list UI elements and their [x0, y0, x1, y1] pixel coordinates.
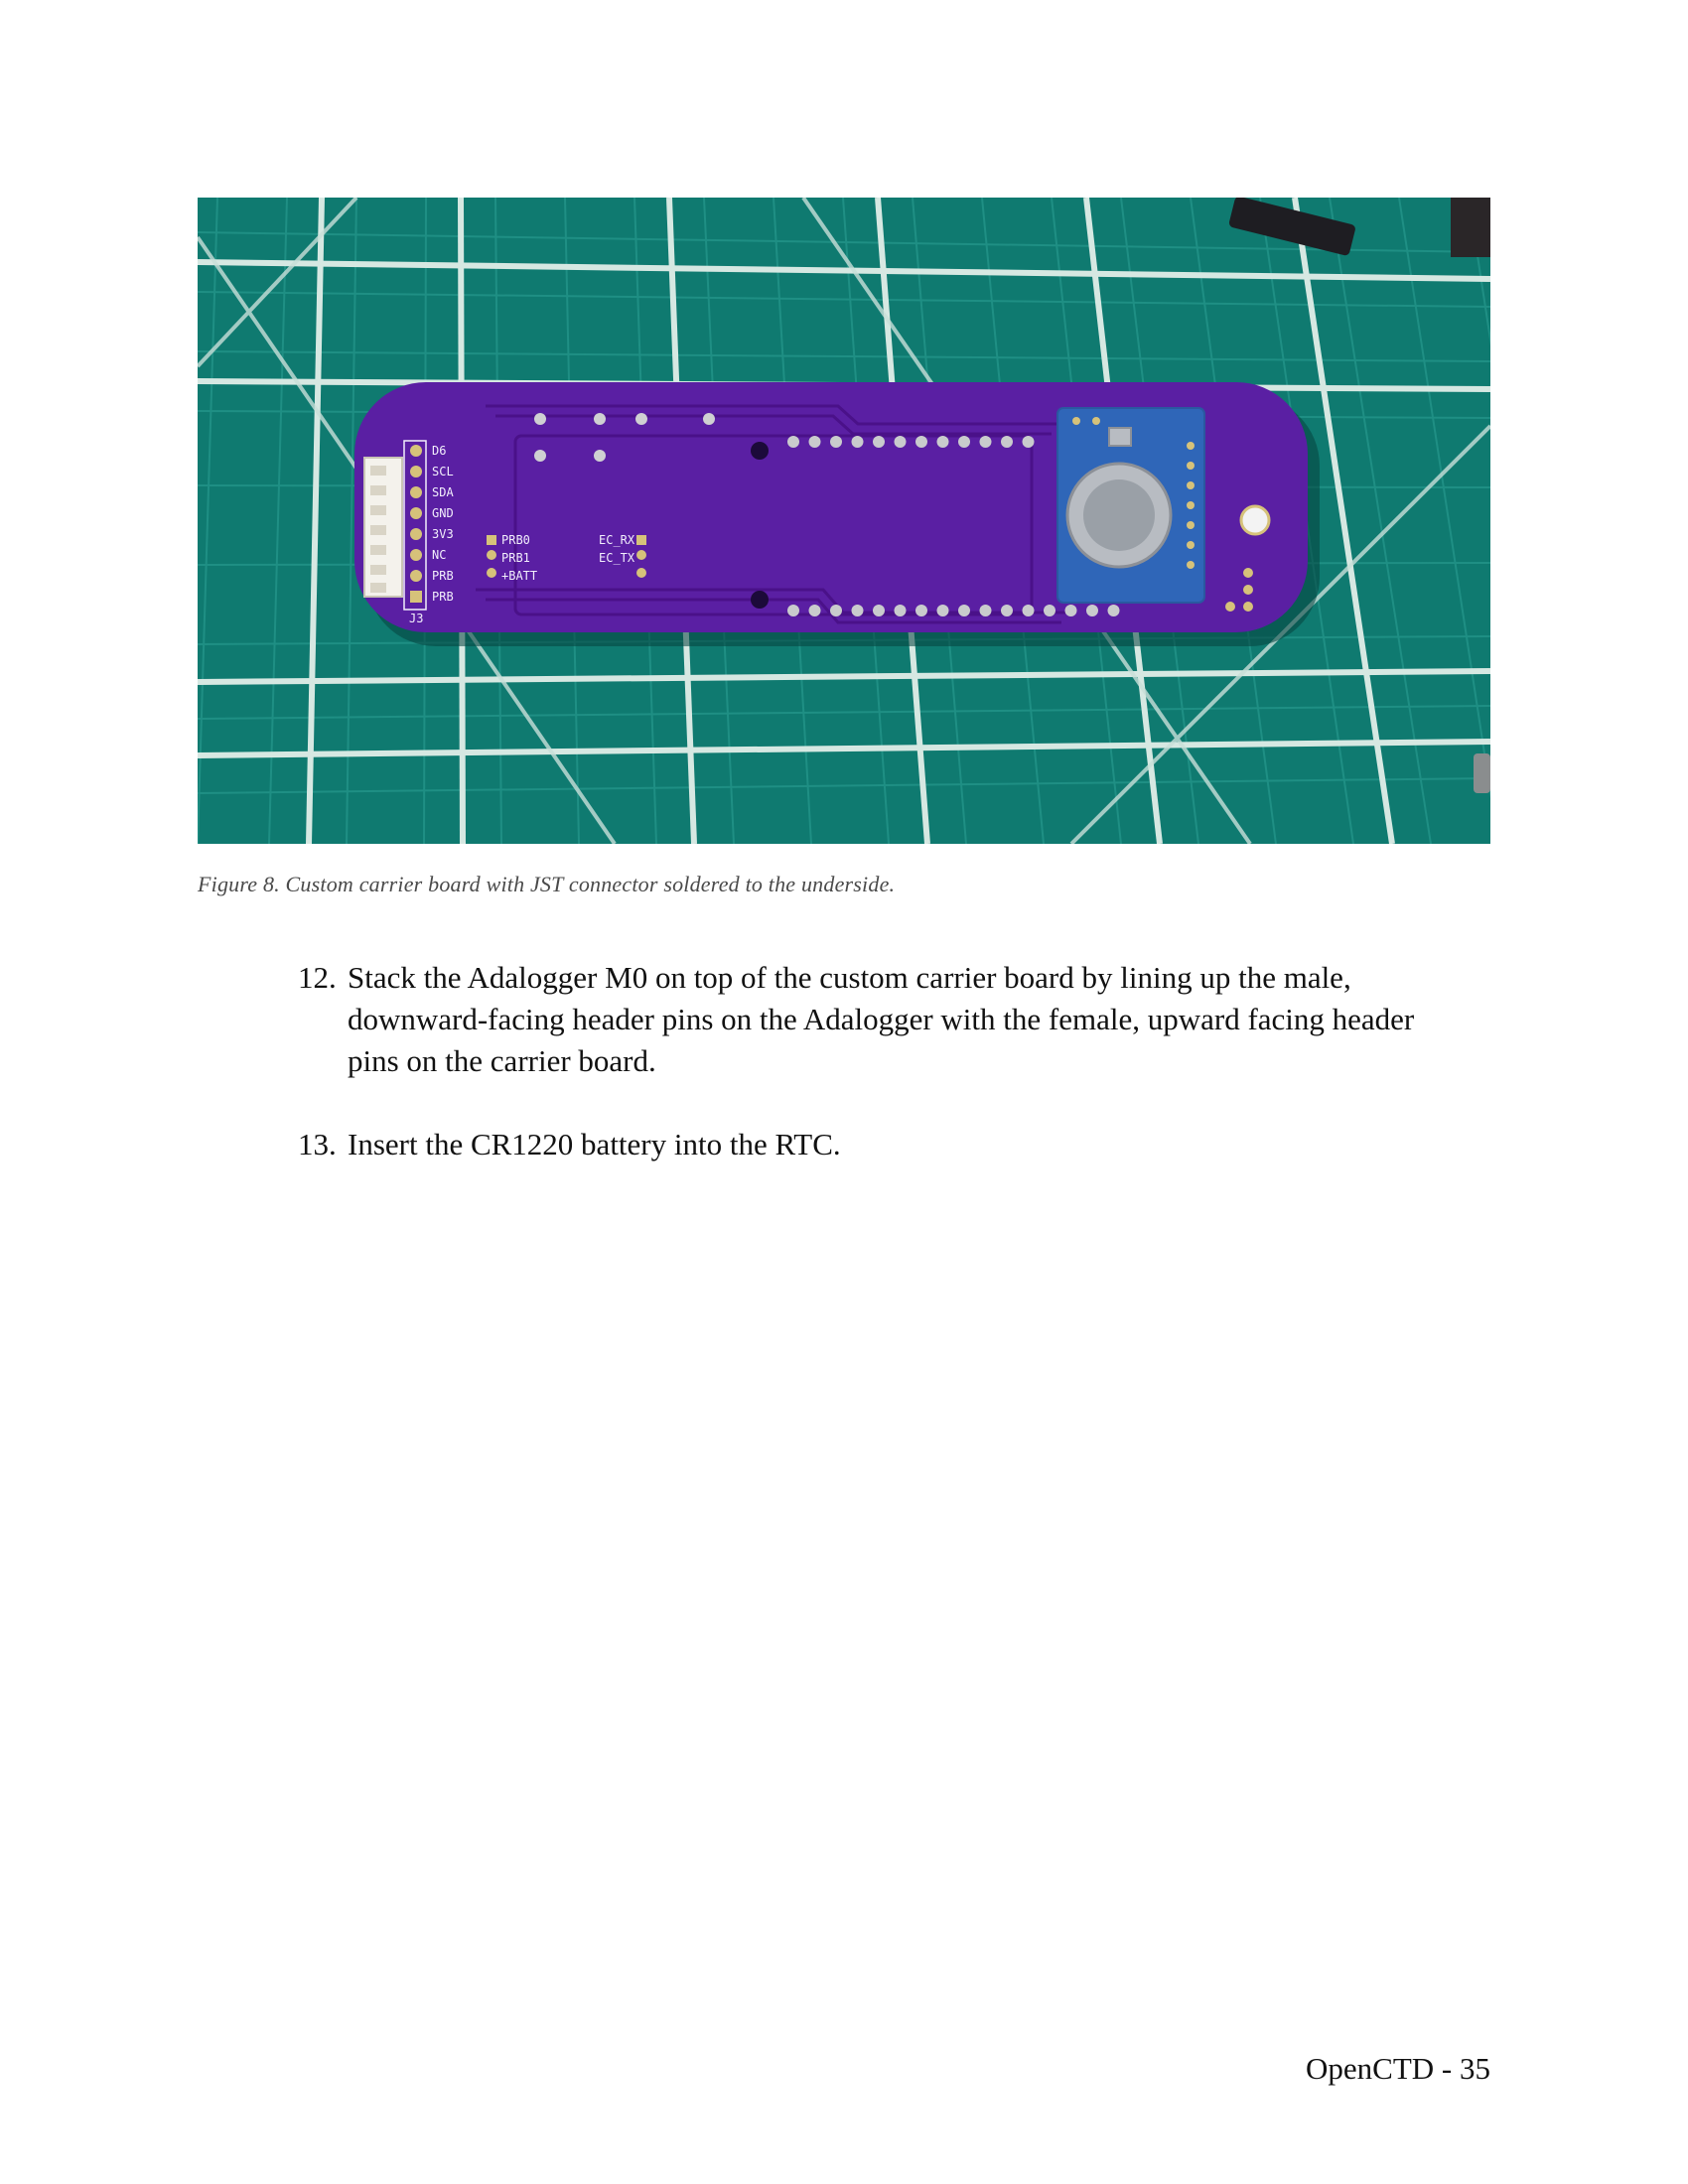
step-text: Insert the CR1220 battery into the RTC. [348, 1127, 841, 1161]
mounting-hole [1239, 504, 1271, 536]
step-item: 12. Stack the Adalogger M0 on top of the… [298, 957, 1430, 1082]
header-pin [808, 436, 821, 448]
header-pin [936, 605, 949, 616]
header-pin [1086, 605, 1098, 616]
header-pin [830, 605, 842, 616]
carrier-board-photo-illustration: D6SCLSDAGND3V3NCPRBPRB J3 PRB0PRB1+BATT … [198, 198, 1490, 844]
probe-pads [487, 535, 496, 578]
header-pin [830, 436, 842, 448]
header-pin [873, 436, 885, 448]
header-pin [1022, 605, 1035, 616]
header-pin-label: NC [432, 548, 446, 562]
header-pin [808, 605, 821, 616]
header-pin-label: D6 [432, 444, 446, 458]
via-hole [751, 591, 769, 609]
ec-pad-label: EC_RX [599, 533, 635, 547]
header-pin [1022, 436, 1035, 448]
step-number: 13. [298, 1127, 337, 1161]
via-hole [751, 442, 769, 460]
header-pin [1107, 605, 1120, 616]
header-pin [979, 436, 992, 448]
document-page: D6 SCL SDA GND 3V3 NC PRB PRB J3 PRB0 PRB1 +BATT … [0, 0, 1688, 2184]
page-footer: OpenCTD - 35 [1306, 2051, 1490, 2086]
header-pin [1044, 605, 1055, 616]
figure-caption: Figure 8. Custom carrier board with JST … [198, 872, 896, 896]
header-pin [787, 605, 799, 616]
header-pin [873, 605, 885, 616]
header-pin [1064, 605, 1077, 616]
header-pin-label: SCL [432, 465, 454, 478]
probe-pad-label: PRB1 [501, 551, 530, 565]
header-pin-label: PRB [432, 590, 454, 604]
header-pin [851, 436, 864, 448]
header-pin-label: 3V3 [432, 527, 454, 541]
header-pin [1001, 436, 1013, 448]
metal-object [1474, 753, 1490, 793]
ec-pad-label: EC_TX [599, 551, 635, 565]
header-pin [894, 605, 907, 616]
dark-object-edge [1451, 198, 1490, 257]
header-pin-label: SDA [432, 485, 454, 499]
header-pin [979, 605, 992, 616]
header-pin-label: GND [432, 506, 454, 520]
coin-cell-clip [1108, 427, 1132, 447]
probe-pad-label: PRB0 [501, 533, 530, 547]
header-pin-label: PRB [432, 569, 454, 583]
header-pin [915, 436, 927, 448]
instruction-steps: 12. Stack the Adalogger M0 on top of the… [298, 957, 1430, 1207]
step-text: Stack the Adalogger M0 on top of the cus… [348, 960, 1415, 1078]
header-pin [1001, 605, 1013, 616]
ec-pads [636, 535, 646, 578]
coin-cell-holder-inner [1083, 479, 1155, 551]
header-pin [936, 436, 949, 448]
header-pin [894, 436, 907, 448]
header-designator-label: J3 [409, 612, 423, 625]
header-pin [851, 605, 864, 616]
figure-photo-carrier-board: D6 SCL SDA GND 3V3 NC PRB PRB J3 PRB0 PRB1 +BATT … [198, 198, 1490, 844]
step-number: 12. [298, 960, 337, 995]
header-pin [915, 605, 927, 616]
header-pin [787, 436, 799, 448]
header-pin [958, 605, 970, 616]
probe-pad-label: +BATT [501, 569, 537, 583]
step-item: 13. Insert the CR1220 battery into the R… [298, 1124, 1430, 1165]
header-pin [958, 436, 970, 448]
